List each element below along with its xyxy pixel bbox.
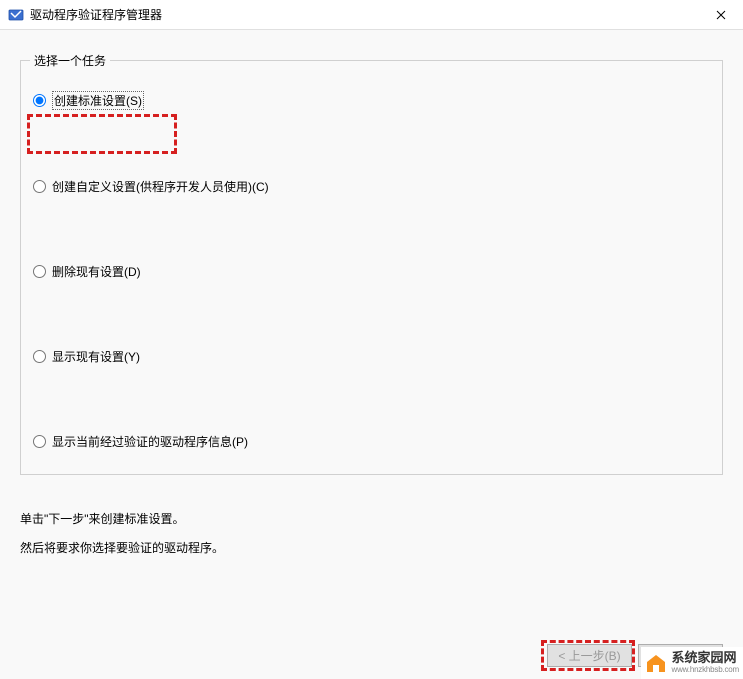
back-button: < 上一步(B): [547, 644, 632, 667]
window-title: 驱动程序验证程序管理器: [30, 6, 162, 23]
radio-input[interactable]: [33, 94, 46, 107]
watermark-text: 系统家园网 www.hnzkhbsb.com: [672, 651, 740, 674]
watermark-en: www.hnzkhbsb.com: [672, 666, 740, 675]
radio-delete-settings[interactable]: 删除现有设置(D): [33, 263, 710, 280]
radio-input[interactable]: [33, 265, 46, 278]
radio-label: 显示现有设置(Y): [52, 348, 140, 365]
watermark: 系统家园网 www.hnzkhbsb.com: [641, 647, 743, 679]
help-line-2: 然后将要求你选择要验证的驱动程序。: [20, 534, 723, 563]
watermark-cn: 系统家园网: [672, 651, 740, 665]
radio-label: 删除现有设置(D): [52, 263, 141, 280]
radio-label: 显示当前经过验证的驱动程序信息(P): [52, 433, 248, 450]
window-body: 选择一个任务 创建标准设置(S) 创建自定义设置(供程序开发人员使用)(C) 删…: [0, 30, 743, 679]
radio-create-custom[interactable]: 创建自定义设置(供程序开发人员使用)(C): [33, 178, 710, 195]
watermark-logo-icon: [643, 650, 669, 676]
help-line-1: 单击"下一步"来创建标准设置。: [20, 505, 723, 534]
radio-label: 创建自定义设置(供程序开发人员使用)(C): [52, 178, 269, 195]
radio-label: 创建标准设置(S): [52, 91, 144, 110]
fieldset-box: 创建标准设置(S) 创建自定义设置(供程序开发人员使用)(C) 删除现有设置(D…: [20, 60, 723, 475]
radio-show-verified[interactable]: 显示当前经过验证的驱动程序信息(P): [33, 433, 710, 450]
help-text: 单击"下一步"来创建标准设置。 然后将要求你选择要验证的驱动程序。: [20, 505, 723, 563]
radio-create-standard[interactable]: 创建标准设置(S): [33, 91, 710, 110]
radio-show-settings[interactable]: 显示现有设置(Y): [33, 348, 710, 365]
radio-input[interactable]: [33, 350, 46, 363]
task-fieldset: 选择一个任务 创建标准设置(S) 创建自定义设置(供程序开发人员使用)(C) 删…: [20, 60, 723, 475]
close-button[interactable]: [698, 0, 743, 30]
radio-input[interactable]: [33, 435, 46, 448]
titlebar: 驱动程序验证程序管理器: [0, 0, 743, 30]
radio-input[interactable]: [33, 180, 46, 193]
app-icon: [8, 7, 24, 23]
fieldset-legend: 选择一个任务: [30, 52, 110, 69]
